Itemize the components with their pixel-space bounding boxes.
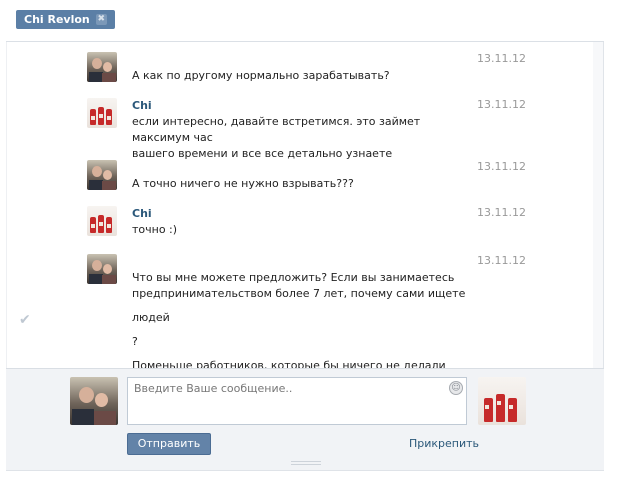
peer-avatar[interactable] [87,206,117,236]
message-input[interactable]: Введите Ваше сообщение.. [127,377,467,425]
peer-avatar[interactable] [87,98,117,128]
message-text: Что вы мне можете предложить? Если вы за… [132,271,455,284]
send-button[interactable]: Отправить [127,433,211,455]
self-avatar[interactable] [70,377,118,425]
message-date: 13.11.12 [477,254,526,267]
message-date: 13.11.12 [477,160,526,173]
message-text: Поменьше работников, которые бы ничего н… [132,359,446,368]
message-text: точно :) [132,223,178,236]
close-icon[interactable]: ✖ [95,14,107,25]
author-name[interactable]: Chi [132,98,472,114]
message-date: 13.11.12 [477,206,526,219]
message-input-placeholder: Введите Ваше сообщение.. [134,382,293,395]
message-body: А точно ничего не нужно взрывать??? [132,160,472,192]
scrollbar[interactable] [593,42,603,368]
message-body: Chi точно :) [132,206,472,238]
tab-chi-revlon[interactable]: Chi Revlon ✖ [16,10,115,29]
message-body: А как по другому нормально зарабатывать? [132,52,472,84]
dialog-header: Chi Revlon ✖ [0,0,640,42]
message-text: А как по другому нормально зарабатывать? [132,69,390,82]
message-text: людей [132,311,170,324]
message-date: 13.11.12 [477,98,526,111]
resize-handle[interactable] [291,461,321,465]
author-name[interactable]: Chi [132,206,472,222]
message-date: 13.11.12 [477,52,526,65]
read-check-icon: ✔ [19,312,31,328]
user-avatar[interactable] [87,254,117,284]
message-text: предпринимательством более 7 лет, почему… [132,287,466,300]
message-body: Что вы мне можете предложить? Если вы за… [132,254,472,368]
message-text: А точно ничего не нужно взрывать??? [132,177,354,190]
divider [6,470,604,471]
user-avatar[interactable] [87,52,117,82]
composer: Введите Ваше сообщение.. ☺ Отправить При… [6,368,604,470]
attach-link[interactable]: Прикрепить [409,437,479,450]
emoji-icon[interactable]: ☺ [449,381,463,395]
message-text: если интересно, давайте встретимся. это … [132,115,421,144]
message-text: ? [132,335,138,348]
peer-avatar-large[interactable] [478,377,526,425]
message-history[interactable]: ✔ А как по другому нормально зарабатыват… [6,42,604,368]
message-body: Chi если интересно, давайте встретимся. … [132,98,472,162]
tab-label: Chi Revlon [24,13,90,26]
user-avatar[interactable] [87,160,117,190]
